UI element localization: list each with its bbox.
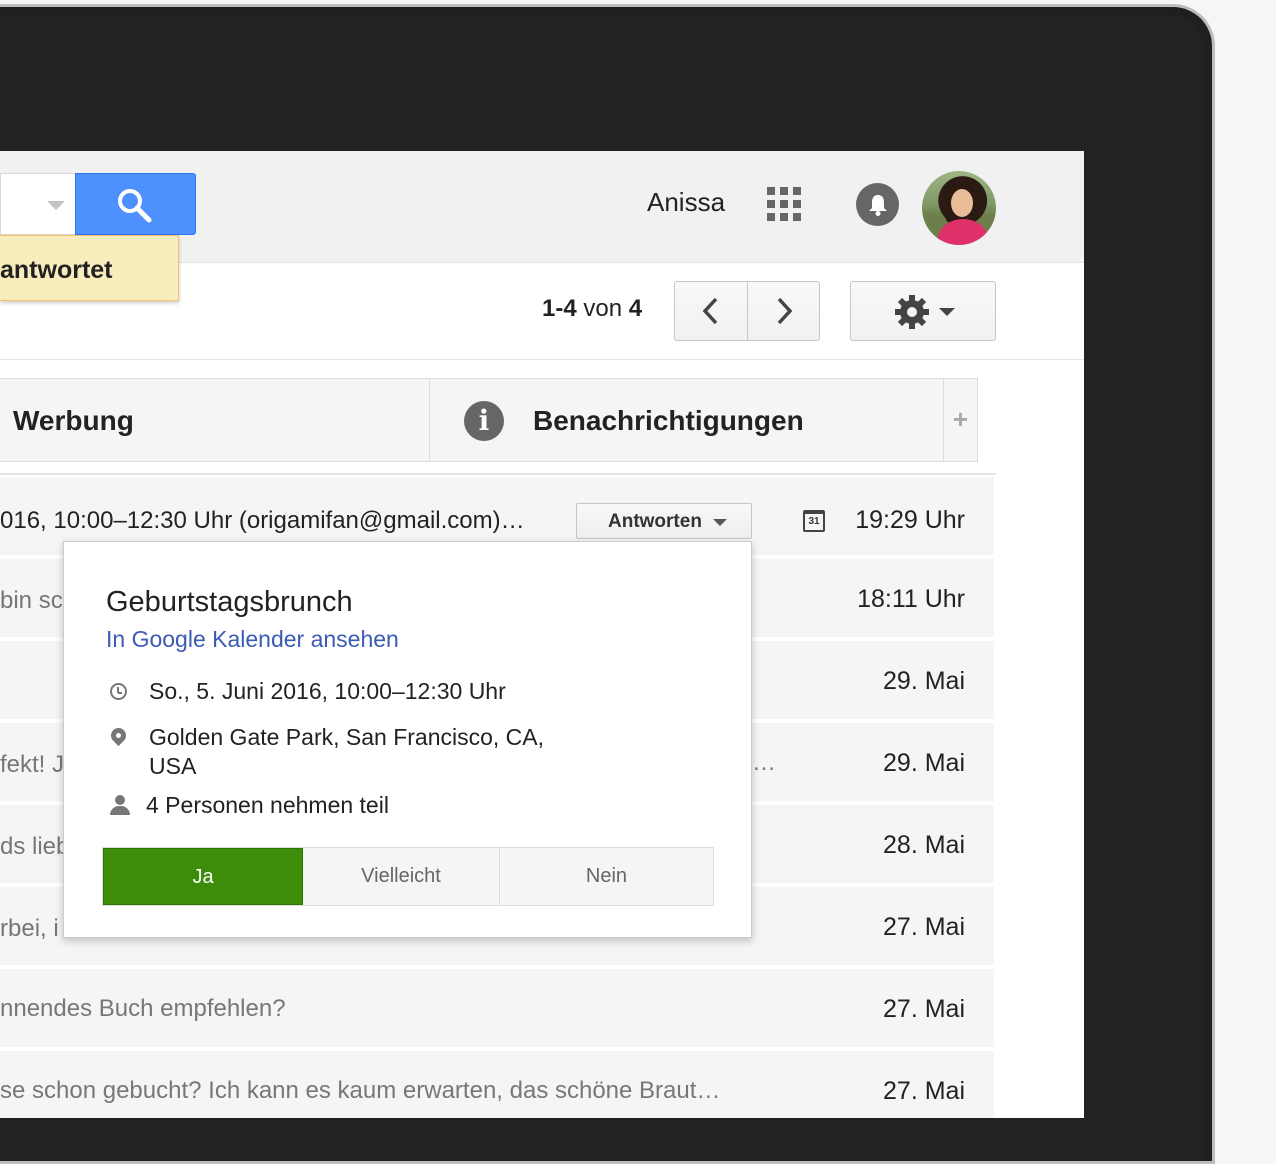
calendar-icon: 31	[803, 510, 825, 532]
newer-button[interactable]	[675, 282, 748, 340]
message-snippet: 016, 10:00–12:30 Uhr (origamifan@gmail.c…	[0, 507, 525, 534]
rsvp-no-button[interactable]: Nein	[500, 848, 713, 905]
location-pin-icon	[107, 724, 130, 747]
event-title: Geburtstagsbrunch	[106, 586, 353, 618]
event-time: So., 5. Juni 2016, 10:00–12:30 Uhr	[149, 678, 506, 704]
rsvp-yes-button[interactable]: Ja	[103, 848, 303, 905]
view-in-calendar-link[interactable]: In Google Kalender ansehen	[106, 626, 399, 653]
message-date: 28. Mai	[883, 831, 965, 859]
search-icon	[118, 189, 152, 223]
pager-count: 1-4 von 4	[542, 295, 643, 322]
message-snippet: rbei, i	[0, 915, 59, 942]
chevron-left-icon	[702, 297, 718, 325]
info-icon: i	[464, 401, 504, 441]
message-date: 27. Mai	[883, 913, 965, 941]
event-details-card: Geburtstagsbrunch In Google Kalender ans…	[63, 541, 752, 938]
category-tabs: Werbung i Benachrichtigungen +	[0, 378, 978, 462]
divider	[0, 473, 996, 475]
search-options-caret-icon[interactable]	[47, 201, 65, 210]
notification-bell-icon[interactable]	[856, 183, 899, 226]
message-date: 29. Mai	[883, 749, 965, 777]
clock-icon	[110, 683, 127, 700]
message-snippet: fekt! J	[0, 751, 65, 778]
settings-button[interactable]	[850, 281, 996, 341]
message-snippet: se schon gebucht? Ich kann es kaum erwar…	[0, 1077, 721, 1104]
chevron-down-icon	[713, 519, 727, 526]
chevron-right-icon	[777, 297, 793, 325]
account-name[interactable]: Anissa	[647, 187, 725, 218]
table-row[interactable]: nnendes Buch empfehlen? 27. Mai	[0, 969, 994, 1049]
reply-button-label: Antworten	[608, 511, 702, 532]
tab-promotions[interactable]: Werbung	[0, 379, 430, 461]
message-date: 19:29 Uhr	[855, 506, 965, 534]
tab-label: Werbung	[13, 405, 134, 436]
search-input[interactable]	[0, 173, 76, 235]
event-guests: 4 Personen nehmen teil	[146, 792, 389, 818]
message-snippet: ds lieb	[0, 833, 70, 860]
avatar[interactable]	[922, 171, 996, 245]
message-snippet-ellipsis: …	[752, 749, 776, 776]
rsvp-buttons: Ja Vielleicht Nein	[102, 847, 714, 906]
message-date: 27. Mai	[883, 1077, 965, 1105]
person-icon	[110, 795, 130, 815]
older-button[interactable]	[748, 282, 820, 340]
pager-buttons	[674, 281, 820, 341]
status-notice: antwortet	[0, 235, 179, 301]
reply-dropdown-button[interactable]: Antworten	[576, 503, 752, 539]
message-date: 27. Mai	[883, 995, 965, 1023]
message-snippet: nnendes Buch empfehlen?	[0, 995, 286, 1022]
add-tab-button[interactable]: +	[944, 379, 977, 461]
gear-icon	[895, 295, 929, 329]
table-row[interactable]: se schon gebucht? Ich kann es kaum erwar…	[0, 1051, 994, 1118]
search-button[interactable]	[75, 173, 196, 235]
tab-updates[interactable]: i Benachrichtigungen	[430, 379, 944, 461]
message-date: 29. Mai	[883, 667, 965, 695]
message-snippet: bin sc	[0, 587, 63, 614]
apps-grid-icon[interactable]	[767, 187, 801, 221]
rsvp-maybe-button[interactable]: Vielleicht	[303, 848, 500, 905]
tab-label: Benachrichtigungen	[533, 405, 804, 436]
event-location: Golden Gate Park, San Francisco, CA, USA	[149, 724, 545, 779]
plus-icon: +	[952, 404, 969, 434]
status-notice-text: antwortet	[0, 256, 113, 284]
message-date: 18:11 Uhr	[857, 585, 965, 613]
chevron-down-icon	[939, 308, 955, 316]
